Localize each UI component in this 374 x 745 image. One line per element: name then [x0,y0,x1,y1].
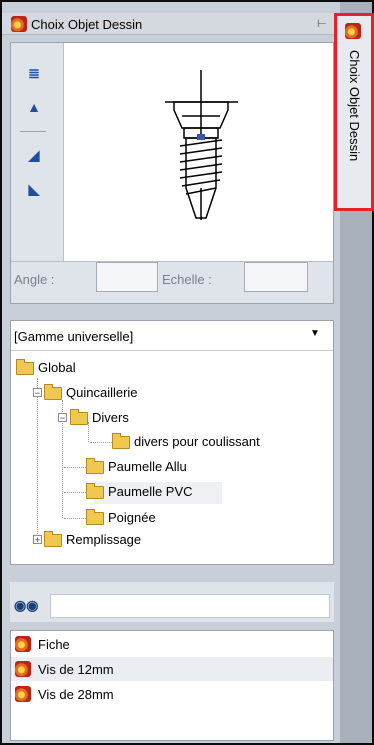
tool-separator [20,131,46,132]
tree-line [64,518,86,519]
panel-title: Choix Objet Dessin [31,17,143,32]
tree-line [90,442,112,443]
collapse-icon[interactable]: − [58,413,67,423]
tree-item-divers[interactable]: Divers [70,408,129,428]
tree-line [64,492,86,493]
tree-item-divers-coulissant[interactable]: divers pour coulissant [112,432,260,452]
angle-label: Angle : [14,272,55,287]
folder-icon [70,409,88,426]
app-object-icon [345,23,361,39]
tree-item-poignee[interactable]: Poignée [86,508,156,528]
search-input[interactable] [50,594,330,618]
collapse-icon[interactable]: − [33,388,42,398]
tree-item-label: Global [38,360,76,375]
tree-item-global[interactable]: Global [16,358,76,378]
tree-item-paumelle-pvc[interactable]: Paumelle PVC [86,482,193,502]
tree-item-label: Quincaillerie [66,385,138,400]
folder-icon [112,433,130,450]
object-icon [15,636,31,652]
flip-vertical-icon[interactable]: ≣ [22,62,46,84]
tree-item-label: Paumelle Allu [108,459,187,474]
tree-line [64,467,86,468]
tree-line [37,378,38,538]
rotate-right-icon[interactable]: ◣ [22,178,46,200]
folder-icon [44,384,62,401]
pin-icon[interactable]: ⊢ [317,18,329,30]
scale-input[interactable] [244,262,308,292]
folder-icon [44,531,62,548]
object-icon [15,686,31,702]
tree-item-label: Divers [92,410,129,425]
rotate-left-icon[interactable]: ◢ [22,144,46,166]
tree-item-label: divers pour coulissant [134,434,260,449]
binoculars-icon[interactable]: ◉◉ [14,597,38,614]
list-item-label: Fiche [38,637,70,652]
expand-icon[interactable]: + [33,535,42,545]
app-object-icon [11,16,27,32]
tree-item-label: Paumelle PVC [108,484,193,499]
chevron-down-icon[interactable]: ▼ [310,328,320,339]
object-icon [15,661,31,677]
tree-item-quincaillerie[interactable]: Quincaillerie [44,383,138,403]
scale-label: Echelle : [162,272,212,287]
angle-input[interactable] [96,262,158,292]
tree-item-paumelle-allu[interactable]: Paumelle Allu [86,457,187,477]
list-item-label: Vis de 12mm [38,662,114,677]
mirror-horizontal-icon[interactable]: ▲ [22,96,46,118]
tree-item-label: Poignée [108,510,156,525]
tree-item-label: Remplissage [66,532,142,547]
folder-icon [86,509,104,526]
folder-icon [16,359,34,376]
folder-icon [86,458,104,475]
tree-item-remplissage[interactable]: Remplissage [44,530,141,550]
range-dropdown-value: [Gamme universelle] [14,329,134,344]
list-item-label: Vis de 28mm [38,687,114,702]
folder-icon [86,483,104,500]
screw-drawing [165,70,238,220]
side-tab-label: Choix Objet Dessin [347,50,362,162]
